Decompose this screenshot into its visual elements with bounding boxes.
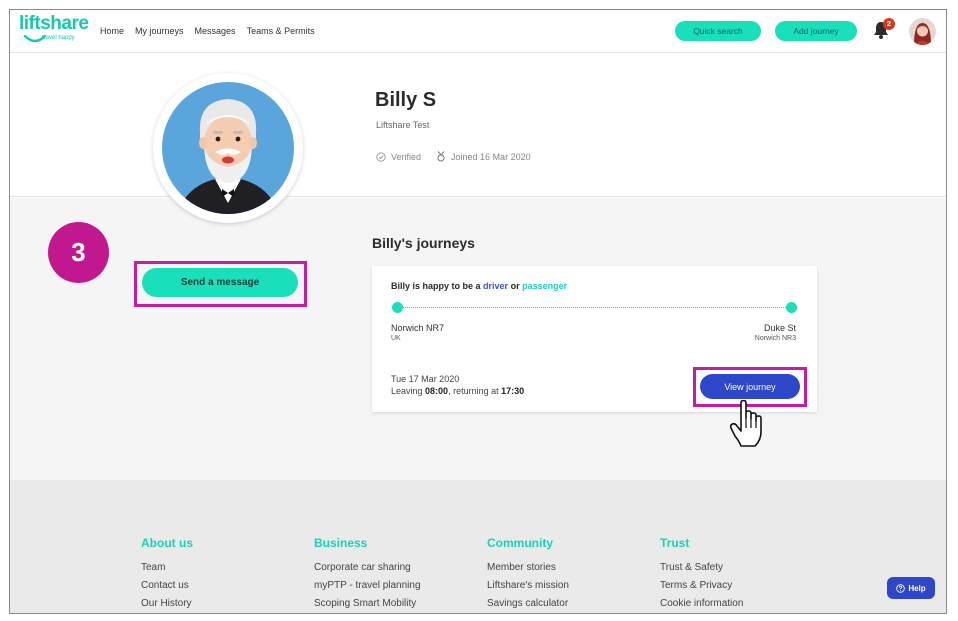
profile-subtitle: Liftshare Test xyxy=(376,120,430,130)
role-connector: or xyxy=(510,281,520,291)
quick-search-button[interactable]: Quick search xyxy=(675,21,761,41)
route-start-dot xyxy=(392,302,403,313)
top-navigation-bar: liftshare travel happy Home My journeys … xyxy=(10,10,946,53)
nav-teams-permits[interactable]: Teams & Permits xyxy=(247,26,315,36)
footer-heading-community: Community xyxy=(487,536,553,550)
notifications-bell-button[interactable]: 2 xyxy=(873,18,895,41)
nav-messages[interactable]: Messages xyxy=(195,26,236,36)
footer-link[interactable]: Scoping Smart Mobility xyxy=(314,597,421,613)
user-avatar-menu[interactable] xyxy=(909,18,936,45)
destination-place: Duke St xyxy=(763,323,796,333)
footer-column-trust: Trust Trust & Safety Terms & Privacy Coo… xyxy=(660,536,743,613)
leaving-prefix: Leaving xyxy=(391,386,423,396)
site-footer: About us Team Contact us Our History Bus… xyxy=(10,480,946,613)
journey-times: Leaving 08:00, returning at 17:30 xyxy=(391,386,524,396)
pointer-hand-cursor-icon xyxy=(729,400,762,447)
profile-meta: Verified Joined 16 Mar 2020 xyxy=(376,151,531,162)
profile-avatar xyxy=(153,73,303,223)
footer-link[interactable]: Team xyxy=(141,561,193,579)
role-prefix: Billy is happy to be a xyxy=(391,281,481,291)
footer-link[interactable]: Liftshare's mission xyxy=(487,579,569,597)
footer-column-community: Community Member stories Liftshare's mis… xyxy=(487,536,569,613)
joined-date: Joined 16 Mar 2020 xyxy=(451,151,531,162)
tutorial-step-badge: 3 xyxy=(48,222,109,283)
browser-viewport: liftshare travel happy Home My journeys … xyxy=(9,9,947,614)
footer-link[interactable]: Trust & Safety xyxy=(660,561,743,579)
logo-wordmark: liftshare xyxy=(19,13,89,34)
journey-role-text: Billy is happy to be a driver or passeng… xyxy=(391,281,567,291)
origin-region: UK xyxy=(391,335,401,342)
journeys-heading: Billy's journeys xyxy=(372,235,475,251)
footer-link[interactable]: Savings calculator xyxy=(487,597,569,613)
origin-place: Norwich NR7 xyxy=(391,323,445,333)
verified-check-icon xyxy=(376,151,386,162)
footer-link[interactable]: Cookie information xyxy=(660,597,743,613)
route-line xyxy=(397,307,792,308)
profile-header-section xyxy=(10,54,946,197)
liftshare-logo[interactable]: liftshare travel happy xyxy=(19,13,91,47)
add-journey-button[interactable]: Add journey xyxy=(775,21,857,41)
returning-time: 17:30 xyxy=(501,386,525,396)
verified-label: Verified xyxy=(391,151,422,162)
footer-link[interactable]: Our History xyxy=(141,597,193,613)
logo-tagline: travel happy xyxy=(42,35,75,41)
footer-heading-trust: Trust xyxy=(660,536,690,550)
leaving-time: 08:00 xyxy=(425,386,449,396)
profile-avatar-illustration-icon xyxy=(162,82,294,214)
nav-my-journeys[interactable]: My journeys xyxy=(135,26,184,36)
nav-home[interactable]: Home xyxy=(100,26,124,36)
footer-heading-business: Business xyxy=(314,536,368,550)
footer-heading-about: About us xyxy=(141,536,193,550)
footer-link[interactable]: Corporate car sharing xyxy=(314,561,421,579)
footer-link[interactable]: Member stories xyxy=(487,561,569,579)
notification-count-badge: 2 xyxy=(883,18,895,30)
destination-region: Norwich NR3 xyxy=(754,335,796,342)
view-journey-button[interactable]: View journey xyxy=(700,374,800,399)
question-icon xyxy=(896,583,906,593)
role-driver-link[interactable]: driver xyxy=(483,281,508,291)
main-nav: Home My journeys Messages Teams & Permit… xyxy=(100,26,315,36)
help-label: Help xyxy=(908,583,926,593)
journey-date: Tue 17 Mar 2020 xyxy=(391,374,460,384)
footer-column-business: Business Corporate car sharing myPTP - t… xyxy=(314,536,421,613)
footer-link[interactable]: myPTP - travel planning xyxy=(314,579,421,597)
footer-link[interactable]: Contact us xyxy=(141,579,193,597)
user-avatar-icon xyxy=(909,18,936,45)
profile-name: Billy S xyxy=(375,89,437,111)
route-end-dot xyxy=(786,302,797,313)
medal-icon xyxy=(437,151,445,162)
footer-column-about: About us Team Contact us Our History xyxy=(141,536,193,613)
role-passenger-link[interactable]: passenger xyxy=(522,281,567,291)
returning-prefix: , returning at xyxy=(448,386,499,396)
help-button[interactable]: Help xyxy=(887,577,935,599)
footer-link[interactable]: Terms & Privacy xyxy=(660,579,743,597)
send-message-button[interactable]: Send a message xyxy=(142,268,298,297)
